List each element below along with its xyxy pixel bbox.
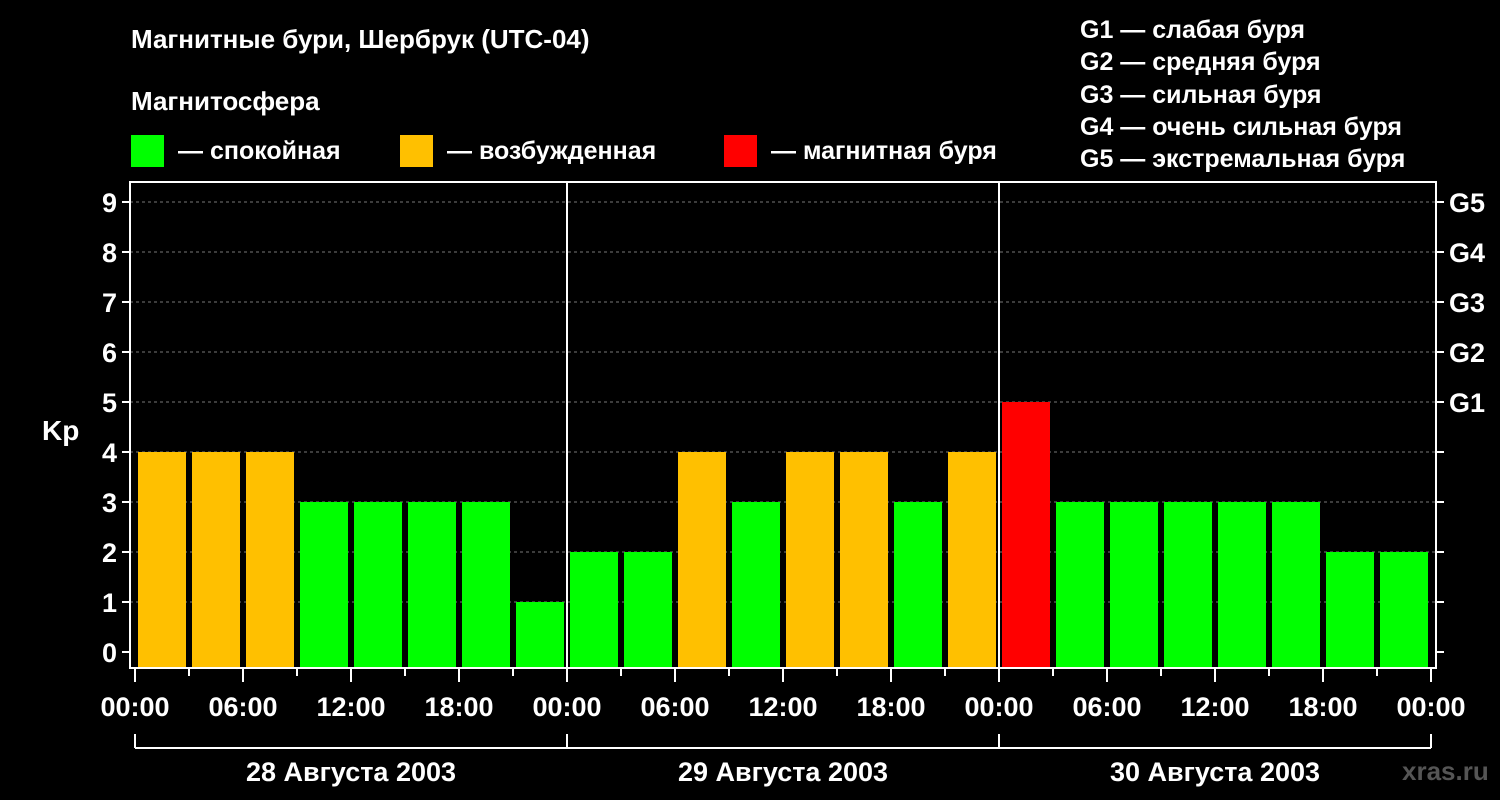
kp-bar-7 [516,602,564,668]
kp-bar-18 [1110,502,1158,668]
kp-bar-17 [1056,502,1104,668]
kp-bar-13 [840,452,888,668]
kp-bar-12 [786,452,834,668]
x-tick-label-5: 06:00 [640,692,709,722]
x-tick-label-12: 00:00 [1396,692,1465,722]
y-tick-label-4: 4 [102,438,117,468]
kp-bar-4 [354,502,402,668]
kp-bar-6 [462,502,510,668]
kp-bar-5 [408,502,456,668]
kp-bar-19 [1164,502,1212,668]
y-tick-label-1: 1 [102,588,117,618]
kp-bar-3 [300,502,348,668]
g-scale-label-0: G1 [1449,388,1485,418]
x-tick-label-3: 18:00 [424,692,493,722]
y-tick-label-9: 9 [102,188,117,218]
kp-bar-14 [894,502,942,668]
y-tick-label-3: 3 [102,488,117,518]
day-label-2: 30 Августа 2003 [1110,757,1320,787]
kp-bar-10 [678,452,726,668]
x-tick-label-1: 06:00 [208,692,277,722]
kp-bar-chart: 0 1 2 3 4 5 6 7 8 9 G1 G2 G3 G4 G5 Kp 00:00 06:00 12:00 18:… [42,181,1485,787]
kp-bar-23 [1380,552,1428,668]
y-tick-label-2: 2 [102,538,117,568]
x-tick-label-7: 18:00 [856,692,925,722]
g-scale-label-4: G5 [1449,188,1485,218]
kp-bar-8 [570,552,618,668]
day-label-1: 29 Августа 2003 [678,757,888,787]
g-scale-label-3: G4 [1449,238,1485,268]
x-tick-label-10: 12:00 [1180,692,1249,722]
day-label-0: 28 Августа 2003 [246,757,456,787]
kp-bar-2 [246,452,294,668]
kp-bar-11 [732,502,780,668]
y-tick-label-0: 0 [102,638,117,668]
y-tick-label-6: 6 [102,338,117,368]
y-tick-label-8: 8 [102,238,117,268]
watermark: xras.ru [1402,756,1489,786]
kp-bar-22 [1326,552,1374,668]
kp-bar-0 [138,452,186,668]
kp-bar-20 [1218,502,1266,668]
kp-bar-16 [1002,402,1050,668]
x-tick-label-8: 00:00 [964,692,1033,722]
kp-bar-15 [948,452,996,668]
y-tick-label-5: 5 [102,388,117,418]
g-scale-label-2: G3 [1449,288,1485,318]
y-tick-label-7: 7 [102,288,117,318]
kp-bar-1 [192,452,240,668]
kp-bar-21 [1272,502,1320,668]
x-tick-label-9: 06:00 [1072,692,1141,722]
y-axis-label: Kp [42,415,79,446]
x-tick-label-4: 00:00 [532,692,601,722]
kp-bar-9 [624,552,672,668]
x-tick-label-0: 00:00 [100,692,169,722]
x-tick-label-6: 12:00 [748,692,817,722]
g-scale-label-1: G2 [1449,338,1485,368]
x-tick-label-2: 12:00 [316,692,385,722]
x-tick-label-11: 18:00 [1288,692,1357,722]
